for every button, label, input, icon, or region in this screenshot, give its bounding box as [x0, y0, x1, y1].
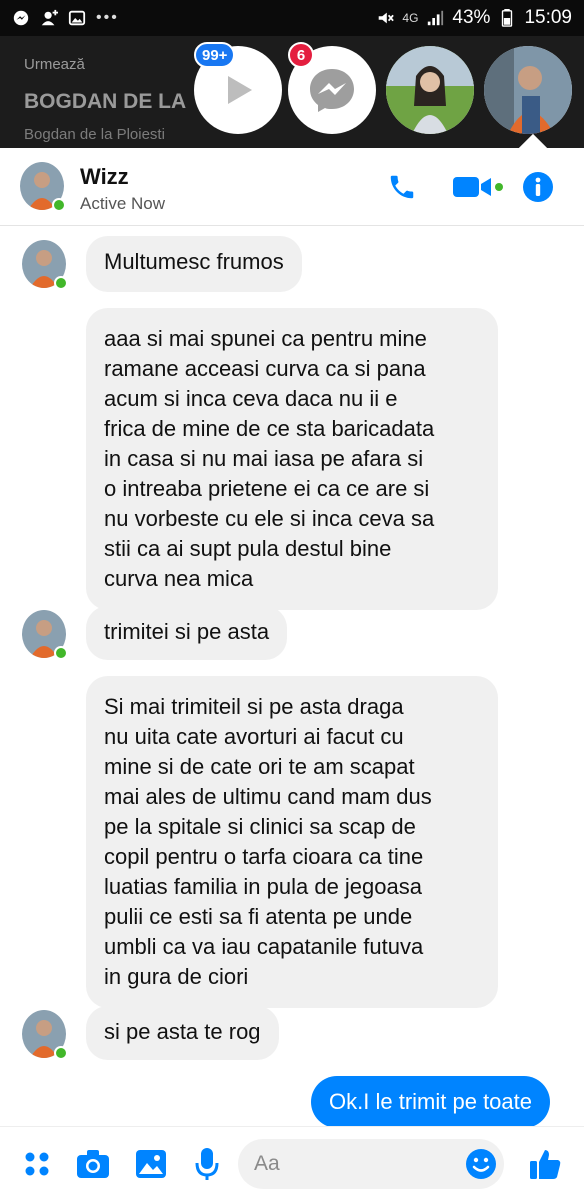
clock: 15:09: [524, 7, 572, 28]
my-message-bubble[interactable]: Ok.I le trimit pe toate: [311, 1076, 550, 1128]
message-line: nu vorbeste cu ele si inca ceva sa: [104, 506, 435, 531]
battery-percent: 43%: [452, 7, 491, 28]
message-line: umbli ca va iau capatanile futuva: [104, 934, 424, 959]
contact-avatar-small[interactable]: [22, 240, 68, 290]
status-bar: ••• 4G 43% 15:09: [0, 0, 584, 36]
gallery-button[interactable]: [134, 1147, 168, 1181]
smiley-icon: [466, 1149, 496, 1179]
add-contact-icon: [41, 9, 58, 26]
online-indicator: [54, 646, 68, 660]
message-text: Ok.I le trimit pe toate: [329, 1089, 532, 1114]
notification-badge: 6: [288, 42, 314, 68]
network-type: 4G: [402, 11, 419, 25]
message-line: mine si de cate ori te am scapat: [104, 754, 415, 779]
contact-status: Active Now: [80, 194, 166, 213]
microphone-icon: [195, 1148, 219, 1180]
info-icon: [523, 172, 553, 202]
chat-head-active-contact[interactable]: [484, 46, 572, 134]
message-line: nu uita cate avorturi ai facut cu: [104, 724, 404, 749]
mute-icon: [379, 12, 395, 24]
contact-name[interactable]: Wizz: [80, 164, 129, 190]
notification-badge: 99+: [194, 42, 236, 68]
online-indicator: [52, 198, 66, 212]
message-bubble[interactable]: trimitei si pe asta: [86, 606, 288, 660]
message-input-placeholder: Aa: [254, 1152, 280, 1175]
message-bubble[interactable]: Si mai trimiteil si pe asta draga nu uit…: [86, 676, 498, 1008]
message-bubble[interactable]: si pe asta te rog: [86, 1006, 279, 1060]
more-options-button[interactable]: [20, 1147, 54, 1181]
message-line: pe la spitale si clinici sa scap de: [104, 814, 416, 839]
signal-icon: [428, 10, 444, 26]
message-line: aaa si mai spunei ca pentru mine: [104, 326, 427, 351]
message-line: ramane acceasi curva ca si pana: [104, 356, 426, 381]
chat-header: Wizz Active Now: [0, 148, 584, 226]
contact-avatar-small[interactable]: [22, 1010, 68, 1060]
message-line: in casa si nu mai iasa pe afara si: [104, 446, 424, 471]
profile-photo: [386, 46, 474, 134]
contact-avatar-small[interactable]: [22, 610, 68, 660]
message-line: Si mai trimiteil si pe asta draga: [104, 694, 404, 719]
online-indicator: [54, 276, 68, 290]
message-line: in gura de ciori: [104, 964, 249, 989]
message-text: trimitei si pe asta: [104, 619, 270, 644]
background-title: BOGDAN DE LA: [24, 90, 187, 113]
follow-label: Urmează: [24, 56, 85, 73]
background-subtitle: Bogdan de la Ploiesti: [24, 126, 165, 143]
chat-head-contact[interactable]: [386, 46, 474, 134]
phone-icon: [390, 175, 414, 199]
image-notification-icon: [68, 10, 86, 26]
message-line: o intreaba prietene ei ca ce are si: [104, 476, 430, 501]
contact-avatar[interactable]: [20, 162, 66, 212]
chat-window: Wizz Active Now Multumesc frumos aaa si …: [0, 133, 584, 1200]
message-line: copil pentru o tarfa cioara ca tine: [104, 844, 424, 869]
message-bubble[interactable]: aaa si mai spunei ca pentru mine ramane …: [86, 308, 498, 610]
message-line: acum si inca ceva daca nu ii e: [104, 386, 398, 411]
voice-call-button[interactable]: [384, 170, 420, 204]
emoji-button[interactable]: [464, 1147, 498, 1181]
online-indicator: [54, 1046, 68, 1060]
play-icon: [228, 76, 252, 104]
message-text: si pe asta te rog: [104, 1019, 261, 1044]
message-bubble[interactable]: Multumesc frumos: [86, 236, 302, 292]
camera-button[interactable]: [76, 1147, 110, 1181]
more-notifications-icon: •••: [96, 9, 119, 26]
message-line: stii ca ai supt pula destul bine: [104, 536, 392, 561]
like-button[interactable]: [528, 1147, 562, 1181]
system-indicators: 4G 43% 15:09: [376, 7, 572, 29]
message-text: Multumesc frumos: [104, 249, 284, 274]
notification-icons: •••: [12, 9, 119, 27]
chat-head-messenger[interactable]: 6: [288, 42, 376, 134]
profile-photo: [484, 46, 572, 134]
message-line: curva nea mica: [104, 566, 254, 591]
message-composer: Aa: [0, 1126, 584, 1200]
message-line: mai ales de ultimu cand mam dus: [104, 784, 432, 809]
messenger-notification-icon: [13, 10, 29, 26]
thumbs-up-icon: [530, 1150, 561, 1179]
message-line: luatias familia in pula de jegoasa: [104, 874, 422, 899]
chat-head-video[interactable]: 99+: [194, 42, 282, 134]
video-call-button[interactable]: [450, 170, 506, 204]
image-icon: [136, 1150, 166, 1178]
message-line: frica de mine de ce sta baricadata: [104, 416, 435, 441]
voice-message-button[interactable]: [190, 1147, 224, 1181]
camera-icon: [77, 1150, 109, 1178]
video-camera-icon: [453, 177, 503, 197]
info-button[interactable]: [520, 170, 556, 204]
message-line: pulii ce esti sa fi atenta pe unde: [104, 904, 413, 929]
messenger-icon: [310, 69, 354, 112]
four-dots-icon: [25, 1152, 49, 1176]
battery-icon: [502, 9, 513, 27]
